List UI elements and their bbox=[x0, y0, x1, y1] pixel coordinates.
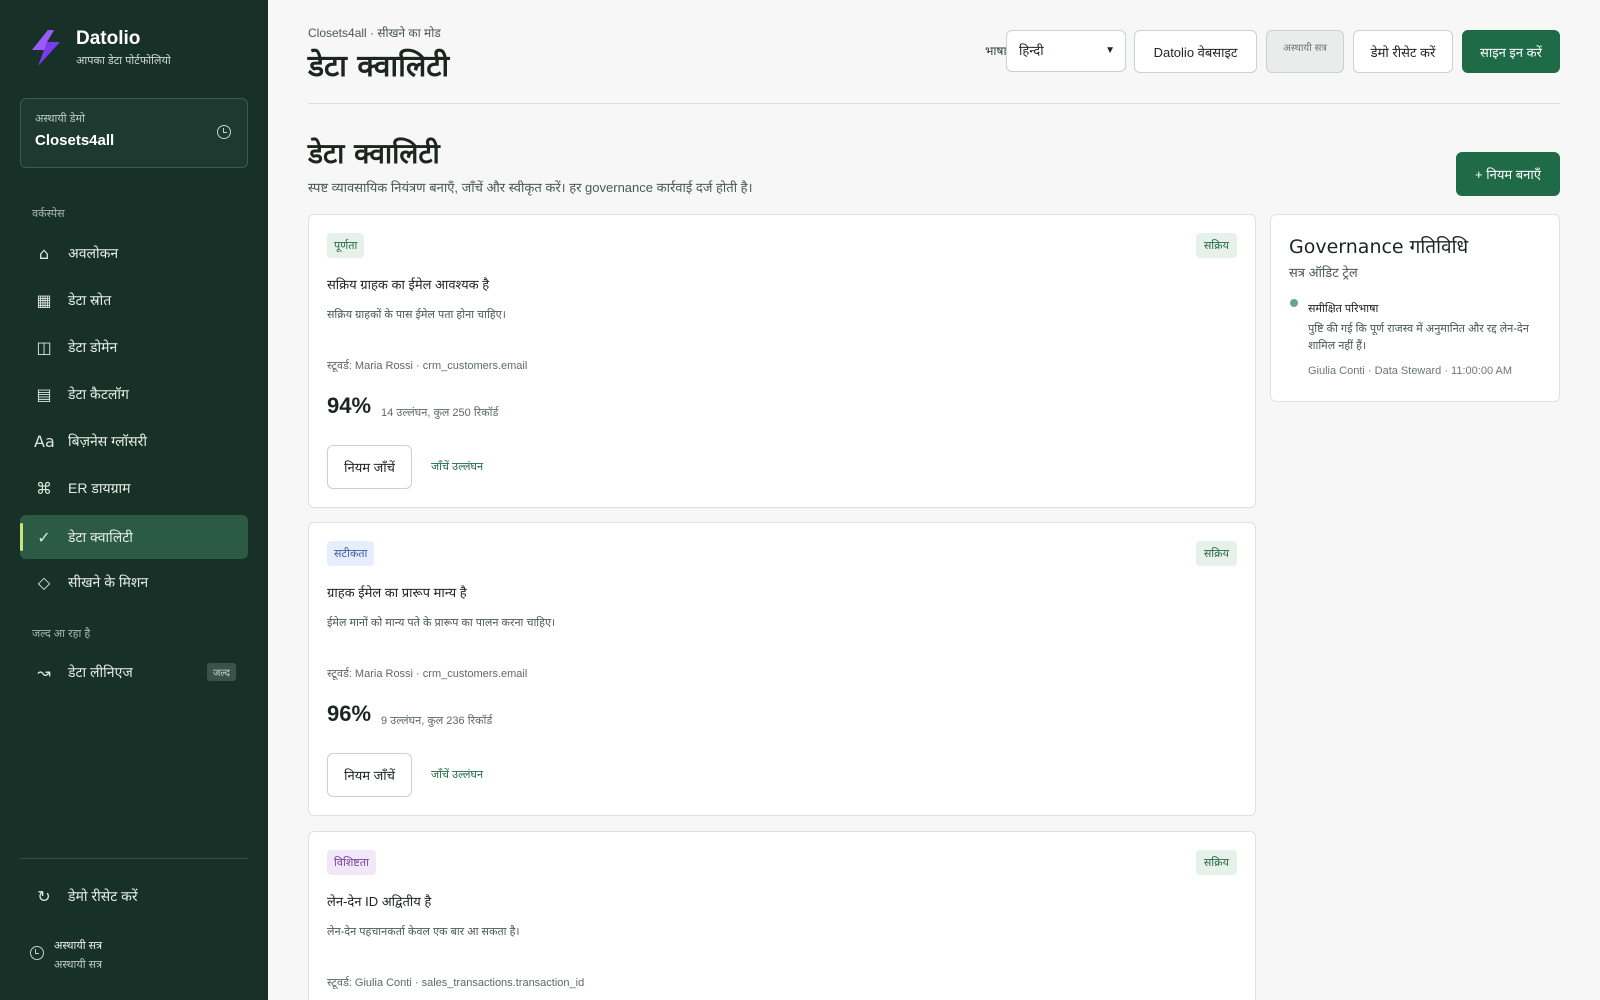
rule-description: सक्रिय ग्राहकों के पास ईमेल पता होना चाह… bbox=[327, 309, 506, 321]
sidebar-item-data-catalog[interactable]: ▤ डेटा कैटलॉग bbox=[20, 372, 248, 416]
coming-soon-section-label: जल्द आ रहा है bbox=[32, 628, 91, 640]
sidebar-item-er-diagram[interactable]: ⌘ ER डायग्राम bbox=[20, 466, 248, 510]
session-info: अस्थायी सत्र अस्थायी सत्र bbox=[30, 938, 102, 972]
check-rule-button[interactable]: नियम जाँचें bbox=[327, 753, 412, 797]
language-value: हिन्दी bbox=[1019, 43, 1044, 58]
demo-workspace-card[interactable]: अस्थायी डेमो Closets4all bbox=[20, 98, 248, 168]
audit-event-meta: Giulia Conti · Data Steward · 11:00:00 A… bbox=[1308, 365, 1513, 377]
sidebar-item-label: डेटा क्वालिटी bbox=[68, 528, 133, 545]
governance-subtitle: सत्र ऑडिट ट्रेल bbox=[1289, 265, 1358, 280]
sidebar-item-data-lineage[interactable]: ↝ डेटा लीनिएज जल्द bbox=[20, 650, 248, 694]
rule-card: पूर्णता सक्रिय सक्रिय ग्राहक का ईमेल आवश… bbox=[308, 214, 1256, 508]
rule-violation-counts: 9 उल्लंघन, कुल 236 रिकॉर्ड bbox=[381, 715, 493, 727]
brand[interactable]: Datolio आपका डेटा पोर्टफोलियो bbox=[26, 28, 171, 68]
rule-description: लेन-देन पहचानकर्ता केवल एक बार आ सकता है… bbox=[327, 926, 520, 938]
rule-dimension-tag: विशिष्टता bbox=[327, 850, 376, 875]
session-status: अस्थायी सत्र bbox=[54, 940, 103, 952]
sidebar-divider bbox=[20, 858, 248, 859]
grid-icon: ▦ bbox=[36, 290, 52, 310]
sidebar-item-label: डेटा लीनिएज bbox=[68, 663, 133, 680]
rule-card: विशिष्टता सक्रिय लेन-देन ID अद्वितीय है … bbox=[308, 831, 1256, 1000]
brand-name: Datolio bbox=[76, 28, 141, 49]
refresh-icon: ↻ bbox=[37, 886, 51, 906]
rule-status-badge: सक्रिय bbox=[1195, 233, 1237, 258]
temporary-session-button[interactable]: अस्थायी सत्र bbox=[1266, 30, 1344, 73]
breadcrumb: Closets4all · सीखने का मोड bbox=[308, 26, 441, 40]
home-icon: ⌂ bbox=[38, 243, 50, 263]
page-title: डेटा क्वालिटी bbox=[308, 49, 450, 84]
rule-score: 94% bbox=[327, 393, 372, 418]
sidebar-item-data-domains[interactable]: ◫ डेटा डोमेन bbox=[20, 325, 248, 369]
diamond-icon: ◇ bbox=[37, 572, 51, 592]
section-description: स्पष्ट व्यावसायिक नियंत्रण बनाएँ, जाँचें… bbox=[308, 180, 753, 195]
check-violations-link[interactable]: जाँचें उल्लंघन bbox=[431, 767, 483, 782]
clock-icon bbox=[217, 125, 231, 139]
rule-status-badge: सक्रिय bbox=[1195, 850, 1237, 875]
demo-name: Closets4all bbox=[35, 132, 115, 149]
section-title: डेटा क्वालिटी bbox=[308, 137, 440, 170]
sidebar-item-label: डेटा कैटलॉग bbox=[68, 385, 129, 402]
columns-icon: ◫ bbox=[36, 337, 52, 357]
rule-steward: स्टूवर्ड: Maria Rossi · crm_customers.em… bbox=[327, 360, 528, 372]
create-rule-button[interactable]: + नियम बनाएँ bbox=[1456, 152, 1560, 196]
sidebar-item-label: ER डायग्राम bbox=[68, 479, 131, 496]
website-button[interactable]: Datolio वेबसाइट bbox=[1134, 30, 1257, 73]
rule-card: सटीकता सक्रिय ग्राहक ईमेल का प्रारूप मान… bbox=[308, 522, 1256, 816]
sidebar-item-label: सीखने के मिशन bbox=[68, 573, 149, 590]
brand-tagline: आपका डेटा पोर्टफोलियो bbox=[76, 55, 171, 67]
session-subtitle: अस्थायी सत्र bbox=[54, 959, 103, 971]
bolt-logo-icon bbox=[32, 30, 60, 66]
sidebar-item-label: डेटा डोमेन bbox=[68, 338, 118, 355]
rule-dimension-tag: पूर्णता bbox=[327, 233, 365, 258]
demo-label: अस्थायी डेमो bbox=[35, 113, 85, 125]
language-select[interactable]: हिन्दी ▼ bbox=[1006, 30, 1126, 72]
sidebar-item-overview[interactable]: ⌂ अवलोकन bbox=[20, 231, 248, 275]
sidebar-item-label: डेटा स्रोत bbox=[68, 291, 112, 308]
check-icon: ✓ bbox=[37, 527, 51, 547]
audit-event-title: समीक्षित परिभाषा bbox=[1308, 303, 1379, 315]
rule-violation-counts: 14 उल्लंघन, कुल 250 रिकॉर्ड bbox=[381, 407, 499, 419]
governance-activity-panel: Governance गतिविधि सत्र ऑडिट ट्रेल समीक्… bbox=[1270, 214, 1560, 402]
reset-demo-label: डेमो रीसेट करें bbox=[68, 887, 138, 904]
diagram-icon: ⌘ bbox=[36, 478, 52, 498]
rule-status-badge: सक्रिय bbox=[1195, 541, 1237, 566]
catalog-icon: ▤ bbox=[36, 384, 52, 404]
glossary-icon: Aa bbox=[34, 431, 55, 451]
sidebar-item-data-sources[interactable]: ▦ डेटा स्रोत bbox=[20, 278, 248, 322]
chevron-down-icon: ▼ bbox=[1105, 45, 1115, 56]
governance-title: Governance गतिविधि bbox=[1289, 236, 1469, 258]
sidebar-item-data-quality[interactable]: ✓ डेटा क्वालिटी bbox=[20, 515, 248, 559]
lineage-icon: ↝ bbox=[37, 662, 51, 682]
rule-description: ईमेल मानों को मान्य पते के प्रारूप का पा… bbox=[327, 617, 556, 629]
rule-score: 96% bbox=[327, 701, 372, 726]
rule-dimension-tag: सटीकता bbox=[327, 541, 375, 566]
sidebar-item-learning-missions[interactable]: ◇ सीखने के मिशन bbox=[20, 560, 248, 604]
soon-badge: जल्द bbox=[206, 663, 236, 681]
clock-icon bbox=[30, 946, 44, 960]
sidebar-item-label: बिज़नेस ग्लॉसरी bbox=[68, 432, 147, 449]
audit-event-detail: पुष्टि की गई कि पूर्ण राजस्व में अनुमानि… bbox=[1308, 323, 1529, 352]
check-violations-link[interactable]: जाँचें उल्लंघन bbox=[431, 459, 483, 474]
timeline-dot-icon bbox=[1290, 299, 1298, 307]
sidebar-item-label: अवलोकन bbox=[68, 244, 119, 261]
sign-in-button[interactable]: साइन इन करें bbox=[1462, 30, 1560, 73]
header-divider bbox=[308, 103, 1560, 104]
workspace-section-label: वर्कस्पेस bbox=[32, 208, 65, 220]
rule-steward: स्टूवर्ड: Giulia Conti · sales_transacti… bbox=[327, 977, 585, 989]
reset-demo-button[interactable]: ↻ डेमो रीसेट करें bbox=[20, 874, 248, 918]
header-reset-demo-button[interactable]: डेमो रीसेट करें bbox=[1353, 30, 1453, 73]
sidebar: Datolio आपका डेटा पोर्टफोलियो अस्थायी डे… bbox=[0, 0, 268, 1000]
language-label: भाषा bbox=[985, 44, 1007, 58]
rule-name: लेन-देन ID अद्वितीय है bbox=[327, 894, 432, 909]
rule-name: सक्रिय ग्राहक का ईमेल आवश्यक है bbox=[327, 277, 490, 292]
check-rule-button[interactable]: नियम जाँचें bbox=[327, 445, 412, 489]
rule-name: ग्राहक ईमेल का प्रारूप मान्य है bbox=[327, 585, 467, 600]
rule-steward: स्टूवर्ड: Maria Rossi · crm_customers.em… bbox=[327, 668, 528, 680]
sidebar-item-business-glossary[interactable]: Aa बिज़नेस ग्लॉसरी bbox=[20, 419, 248, 463]
